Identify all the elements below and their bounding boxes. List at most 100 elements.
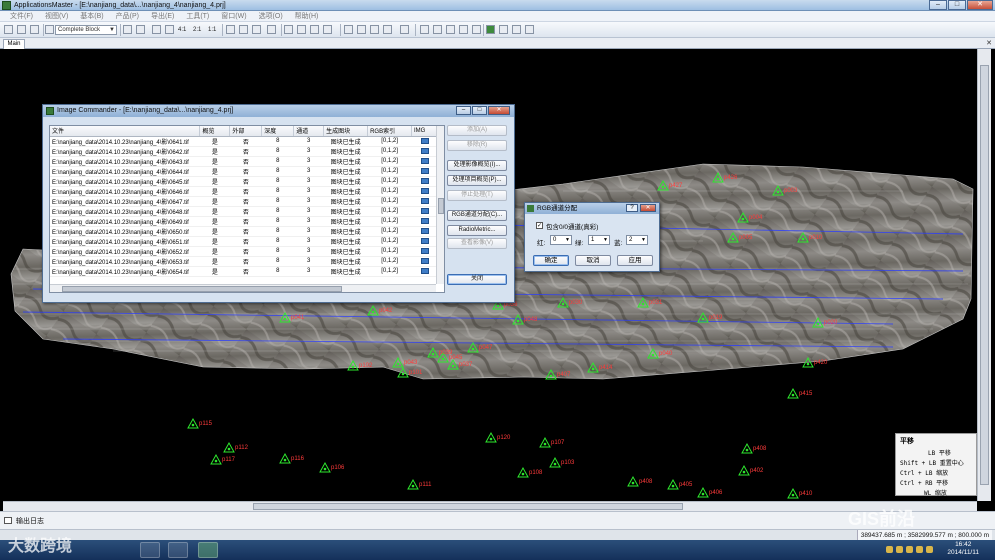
tool-icon[interactable] [525, 25, 534, 34]
green-channel-select[interactable]: 1 ▼ [588, 235, 610, 245]
remove-button[interactable]: 移除(R) [447, 140, 507, 151]
zoom-2-1[interactable]: 2:1 [193, 25, 201, 35]
help-button[interactable]: ? [626, 204, 638, 212]
image-list-grid[interactable]: 文件 概览 外部 深度 通道 生成图块 RGB索引 IMG E:\nanjian… [49, 125, 445, 293]
tool-icon[interactable] [499, 25, 508, 34]
table-row[interactable]: E:\nanjiang_data\2014.10.23\nanjiang_4\影… [50, 266, 438, 277]
column-header[interactable]: 深度 [261, 126, 295, 137]
save-file-icon[interactable] [30, 25, 39, 34]
map-horizontal-scrollbar[interactable] [3, 501, 977, 511]
radiometric-button[interactable]: RadioMetric... [447, 225, 507, 236]
gcp-marker-icon[interactable] [223, 441, 235, 453]
table-row[interactable]: E:\nanjiang_data\2014.10.23\nanjiang_4\影… [50, 186, 438, 197]
menu-export[interactable]: 导出(E) [145, 11, 180, 21]
tab-close-icon[interactable]: ✕ [986, 39, 992, 47]
column-header[interactable]: 文件 [50, 126, 201, 137]
map-vertical-scrollbar[interactable] [977, 49, 991, 501]
red-channel-select[interactable]: 0 ▼ [550, 235, 572, 245]
word-app-icon[interactable] [140, 542, 160, 558]
tool-icon[interactable] [284, 25, 293, 34]
zoom-icon[interactable] [136, 25, 145, 34]
stop-processing-button[interactable]: 停止处理(T) [447, 190, 507, 201]
truecolor-checkbox[interactable]: ✓ [536, 222, 543, 229]
tool-icon[interactable] [297, 25, 306, 34]
cancel-button[interactable]: 取消 [575, 255, 611, 266]
gcp-marker-icon[interactable] [539, 436, 551, 448]
tool-icon[interactable] [472, 25, 481, 34]
minimize-button[interactable]: – [929, 0, 947, 10]
block-select[interactable]: Complete Block ▼ [55, 25, 117, 35]
apply-button[interactable]: 应用 [617, 255, 653, 266]
column-header[interactable]: IMG [411, 126, 438, 137]
gcp-marker-icon[interactable] [549, 456, 561, 468]
minimize-button[interactable]: – [456, 106, 471, 115]
rgb-dialog-titlebar[interactable]: RGB通道分配 ? ✕ [525, 203, 659, 214]
output-log-tab[interactable]: 输出日志 [16, 516, 44, 526]
new-file-icon[interactable] [4, 25, 13, 34]
gcp-marker-icon[interactable] [741, 442, 753, 454]
tool-icon[interactable] [370, 25, 379, 34]
table-row[interactable]: E:\nanjiang_data\2014.10.23\nanjiang_4\影… [50, 216, 438, 227]
menu-product[interactable]: 产品(P) [110, 11, 145, 21]
menu-basic[interactable]: 基本(B) [74, 11, 109, 21]
table-row[interactable]: E:\nanjiang_data\2014.10.23\nanjiang_4\影… [50, 246, 438, 257]
tool-icon[interactable] [512, 25, 521, 34]
zoom-1-1[interactable]: 1:1 [208, 25, 216, 35]
table-row[interactable]: E:\nanjiang_data\2014.10.23\nanjiang_4\影… [50, 226, 438, 237]
column-header[interactable]: 概览 [199, 126, 231, 137]
tool-icon[interactable] [252, 25, 261, 34]
close-button[interactable]: ✕ [967, 0, 993, 10]
grid-horizontal-scrollbar[interactable] [50, 284, 436, 292]
open-file-icon[interactable] [17, 25, 26, 34]
tool-icon[interactable] [383, 25, 392, 34]
gcp-marker-icon[interactable] [627, 475, 639, 487]
add-button[interactable]: 添加(A) [447, 125, 507, 136]
menu-view[interactable]: 视图(V) [39, 11, 74, 21]
gcp-marker-icon[interactable] [210, 453, 222, 465]
zoom-4-1[interactable]: 4:1 [178, 25, 186, 35]
maximize-button[interactable]: □ [948, 0, 966, 10]
table-row[interactable]: E:\nanjiang_data\2014.10.23\nanjiang_4\影… [50, 236, 438, 247]
tab-main[interactable]: Main [3, 39, 25, 49]
tool-icon[interactable] [459, 25, 468, 34]
zoom-fit-icon[interactable] [165, 25, 174, 34]
tool-icon[interactable] [267, 25, 276, 34]
gcp-marker-icon[interactable] [517, 466, 529, 478]
tool-icon[interactable] [357, 25, 366, 34]
tool-icon[interactable] [400, 25, 409, 34]
table-row[interactable]: E:\nanjiang_data\2014.10.23\nanjiang_4\影… [50, 196, 438, 207]
gcp-marker-icon[interactable] [667, 478, 679, 490]
close-button[interactable]: ✕ [640, 204, 656, 212]
table-row[interactable]: E:\nanjiang_data\2014.10.23\nanjiang_4\影… [50, 136, 438, 147]
menu-file[interactable]: 文件(F) [4, 11, 39, 21]
table-row[interactable]: E:\nanjiang_data\2014.10.23\nanjiang_4\影… [50, 176, 438, 187]
tool-icon[interactable] [433, 25, 442, 34]
applicationsmaster-task-icon[interactable] [198, 542, 218, 558]
column-header[interactable]: 外部 [229, 126, 263, 137]
menu-window[interactable]: 窗口(W) [215, 11, 252, 21]
app-icon[interactable] [168, 542, 188, 558]
tool-icon[interactable] [344, 25, 353, 34]
gcp-marker-icon[interactable] [485, 431, 497, 443]
tool-icon[interactable] [420, 25, 429, 34]
tool-icon[interactable] [310, 25, 319, 34]
table-row[interactable]: E:\nanjiang_data\2014.10.23\nanjiang_4\影… [50, 156, 438, 167]
gcp-marker-icon[interactable] [187, 417, 199, 429]
close-button[interactable]: ✕ [488, 106, 510, 115]
block-icon[interactable] [45, 25, 54, 34]
delete-icon[interactable] [152, 25, 161, 34]
table-row[interactable]: E:\nanjiang_data\2014.10.23\nanjiang_4\影… [50, 166, 438, 177]
gcp-marker-icon[interactable] [787, 487, 799, 499]
gcp-marker-icon[interactable] [407, 478, 419, 490]
clock[interactable]: 16:42 2014/11/11 [947, 541, 979, 557]
tool-icon[interactable] [323, 25, 332, 34]
process-tiles-button[interactable]: 处理项目概览(P)... [447, 175, 507, 186]
view-image-button[interactable]: 查看影像(V) [447, 238, 507, 249]
table-row[interactable]: E:\nanjiang_data\2014.10.23\nanjiang_4\影… [50, 256, 438, 267]
gcp-marker-icon[interactable] [697, 486, 709, 498]
tool-icon[interactable] [226, 25, 235, 34]
tool-icon[interactable] [239, 25, 248, 34]
gcp-marker-icon[interactable] [787, 387, 799, 399]
column-header[interactable]: 通道 [293, 126, 325, 137]
pan-hand-icon[interactable] [123, 25, 132, 34]
